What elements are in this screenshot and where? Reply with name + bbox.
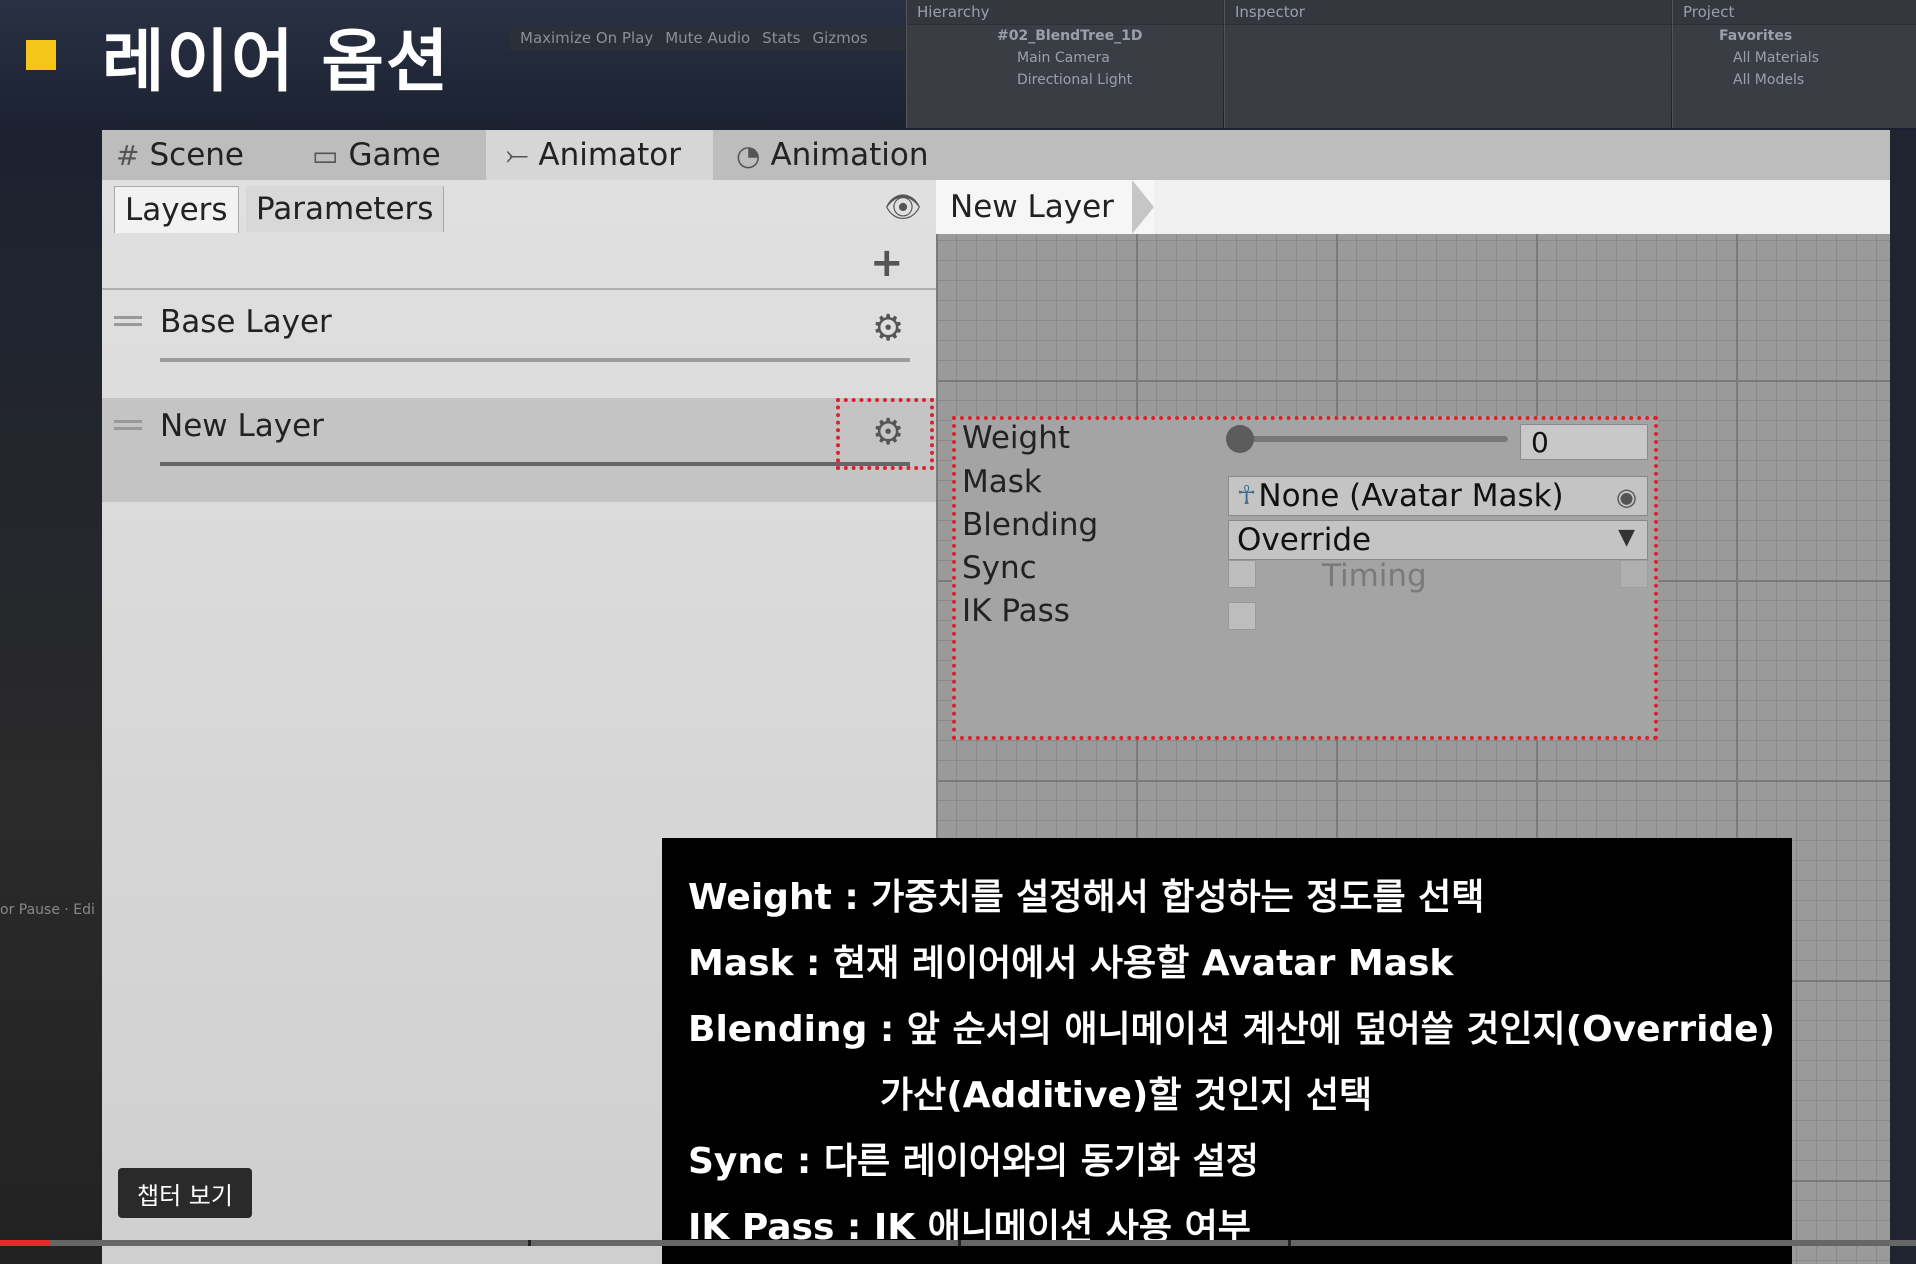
gear-icon[interactable]: ⚙: [872, 412, 904, 453]
ik-pass-label: IK Pass: [962, 593, 1070, 629]
breadcrumb-bar: New Layer: [936, 180, 1890, 234]
title-bullet: [26, 40, 56, 70]
progress-fill: [0, 1240, 50, 1246]
tab-label: Animator: [538, 137, 681, 173]
video-progress-bar[interactable]: [0, 1240, 1916, 1246]
tab-game[interactable]: ▭ Game: [312, 130, 441, 180]
caption-line: Blending : 앞 순서의 애니메이션 계산에 덮어쓸 것인지(Overr…: [688, 1009, 1776, 1050]
tab-animation[interactable]: ◔ Animation: [736, 130, 928, 180]
project-title: Project: [1673, 0, 1916, 25]
mask-label: Mask: [962, 464, 1042, 500]
tab-label: Scene: [149, 137, 244, 173]
hierarchy-title: Hierarchy: [907, 0, 1223, 25]
tab-animator[interactable]: ⤚ Animator: [486, 130, 713, 180]
weight-field[interactable]: 0: [1520, 424, 1648, 460]
blending-dropdown[interactable]: Override ▼: [1228, 520, 1648, 560]
pause-text: or Pause · Edi: [0, 902, 95, 918]
drag-handle[interactable]: [114, 316, 142, 326]
blending-label: Blending: [962, 507, 1099, 543]
hierarchy-item: #02_BlendTree_1D: [997, 28, 1143, 44]
hierarchy-item: Main Camera: [1017, 50, 1110, 66]
tab-label: Game: [348, 137, 441, 173]
toolbar-item: Maximize On Play: [520, 29, 654, 47]
layer-settings-popup: Weight 0 Mask ☥ None (Avatar Mask) ◉ Ble…: [952, 416, 1658, 740]
sync-checkbox[interactable]: [1228, 560, 1256, 588]
object-picker-icon[interactable]: ◉: [1616, 483, 1637, 511]
caption-box: Weight : 가중치를 설정해서 합성하는 정도를 선택 Mask : 현재…: [662, 838, 1792, 1264]
blending-value: Override: [1237, 522, 1372, 558]
mask-field[interactable]: ☥ None (Avatar Mask) ◉: [1228, 476, 1648, 516]
gamepad-icon: ▭: [312, 138, 339, 172]
tab-label: Animation: [770, 137, 929, 173]
hierarchy-panel: Hierarchy #02_BlendTree_1D Main Camera D…: [906, 0, 1223, 128]
weight-row: 0: [956, 422, 1656, 462]
divider: [102, 288, 936, 290]
grid-icon: #: [116, 138, 140, 172]
caption-line: 가산(Additive)할 것인지 선택: [880, 1075, 1373, 1116]
breadcrumb[interactable]: New Layer: [936, 180, 1154, 234]
caption-line: Weight : 가중치를 설정해서 합성하는 정도를 선택: [688, 877, 1485, 918]
chevron-down-icon: ▼: [1618, 525, 1635, 550]
caption-line: Mask : 현재 레이어에서 사용할 Avatar Mask: [688, 943, 1454, 984]
animator-icon: ⤚: [506, 138, 529, 171]
chapter-marker: [1288, 1240, 1291, 1246]
mask-value: None (Avatar Mask): [1258, 478, 1564, 514]
tab-bar: # Scene ▭ Game ⤚ Animator ◔ Animation: [102, 130, 1890, 180]
tab-scene[interactable]: # Scene: [116, 130, 244, 180]
eye-icon[interactable]: 👁: [884, 190, 922, 225]
drag-handle[interactable]: [114, 420, 142, 430]
inspector-panel: Inspector: [1224, 0, 1671, 128]
project-item: All Materials: [1733, 50, 1819, 66]
gear-icon[interactable]: ⚙: [872, 308, 904, 349]
layer-weight-bar: [160, 462, 910, 466]
toolbar-item: Stats: [762, 29, 801, 47]
layer-name: Base Layer: [160, 304, 332, 340]
breadcrumb-arrow: [1132, 180, 1154, 234]
video-title: 레이어 옵션: [102, 23, 451, 102]
hierarchy-item: Directional Light: [1017, 72, 1133, 88]
layer-row-selected[interactable]: New Layer ⚙: [102, 398, 936, 502]
sync-label: Sync: [962, 550, 1037, 586]
chapters-button[interactable]: 챕터 보기: [118, 1168, 252, 1218]
layer-weight-bar: [160, 358, 910, 362]
ik-pass-checkbox[interactable]: [1228, 602, 1256, 630]
layer-row[interactable]: Base Layer ⚙: [102, 294, 936, 398]
timing-label: Timing: [1322, 558, 1427, 594]
weight-slider[interactable]: [1238, 436, 1508, 442]
clock-icon: ◔: [736, 138, 761, 172]
tab-layers[interactable]: Layers: [114, 186, 239, 233]
inspector-title: Inspector: [1225, 0, 1671, 25]
chapter-marker: [958, 1240, 961, 1246]
toolbar-item: Mute Audio: [665, 29, 751, 47]
project-item: Favorites: [1719, 28, 1793, 44]
tab-parameters[interactable]: Parameters: [246, 186, 445, 232]
scene-view-strip: or Pause · Edi: [0, 130, 102, 1264]
weight-slider-knob[interactable]: [1226, 425, 1254, 453]
unity-toolbar: Maximize On Play Mute Audio Stats Gizmos: [510, 26, 905, 50]
caption-line: Sync : 다른 레이어와의 동기화 설정: [688, 1141, 1259, 1182]
toolbar-item: Gizmos: [812, 29, 868, 47]
timing-checkbox[interactable]: [1620, 560, 1648, 588]
project-item: All Models: [1733, 72, 1805, 88]
add-layer-button[interactable]: +: [870, 240, 904, 286]
layer-name: New Layer: [160, 408, 324, 444]
avatar-icon: ☥: [1237, 481, 1257, 511]
chapter-marker: [528, 1240, 531, 1246]
project-panel: Project Favorites All Materials All Mode…: [1672, 0, 1916, 128]
